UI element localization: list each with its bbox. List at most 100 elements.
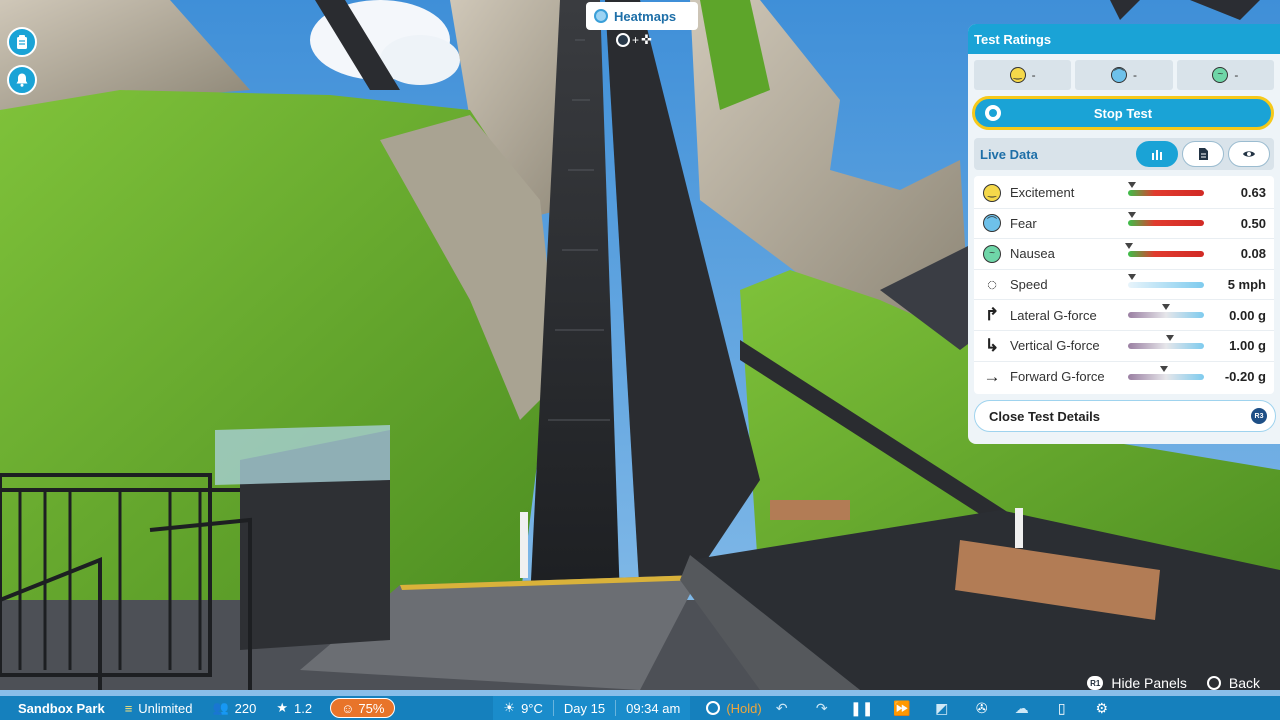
- settings-gear-icon[interactable]: ⚙: [1082, 696, 1122, 720]
- touchpad-button-icon: [616, 33, 630, 47]
- stat-label: Lateral G-force: [1010, 307, 1097, 323]
- weather-icon[interactable]: ☁: [1002, 696, 1042, 720]
- money-display[interactable]: ≡ Unlimited: [115, 696, 203, 720]
- nausea-face-icon: ~: [982, 244, 1002, 264]
- stat-value: 0.63: [1240, 185, 1266, 201]
- status-bar: Sandbox Park ≡ Unlimited 👥 220 ★ 1.2 ☺ 7…: [0, 696, 1280, 720]
- stat-row-forward-g-force: → Forward G-force -0.20 g: [974, 362, 1274, 393]
- stop-test-label: Stop Test: [1093, 105, 1153, 121]
- rating-summary: ‿ - ⌒ - ~ -: [968, 54, 1280, 90]
- back-hint[interactable]: Back: [1229, 675, 1260, 691]
- clipboard-icon: [17, 35, 27, 49]
- notifications-button[interactable]: [7, 65, 37, 95]
- terrain-icon[interactable]: ◩: [922, 696, 962, 720]
- guests-display[interactable]: 👥 220: [202, 696, 266, 720]
- test-ratings-panel: Test Ratings ‿ - ⌒ - ~ - Stop Test Live …: [968, 24, 1280, 444]
- close-test-details-button[interactable]: Close Test Details R3: [974, 400, 1276, 433]
- stat-value: 0.00 g: [1229, 307, 1266, 323]
- sun-icon: ☀: [503, 700, 516, 715]
- stat-value: 0.50: [1240, 215, 1266, 231]
- hold-hint: (Hold): [726, 700, 762, 716]
- tab-live-chart[interactable]: [1136, 141, 1178, 167]
- stat-marker: [1127, 212, 1136, 219]
- vertical-arrow-icon: ↳: [984, 335, 1000, 355]
- live-data-header: Live Data: [974, 138, 1274, 170]
- approval-icon: ☺: [341, 700, 355, 716]
- undo-icon[interactable]: ↶: [762, 696, 802, 720]
- stat-label: Speed: [1010, 277, 1048, 293]
- stat-bar: [1127, 212, 1204, 227]
- stat-bar: [1128, 304, 1204, 319]
- stat-marker: [1124, 242, 1133, 249]
- r3-button-icon: R3: [1251, 408, 1267, 425]
- stat-row-fear: ⌒ Fear 0.50: [974, 209, 1274, 240]
- r1-button-icon: R1: [1087, 676, 1104, 690]
- tab-live-view[interactable]: [1228, 141, 1270, 167]
- stat-label: Fear: [1010, 215, 1037, 231]
- stat-bar: [1127, 273, 1204, 288]
- guests-icon: 👥: [212, 700, 229, 715]
- approval-badge[interactable]: ☺ 75%: [330, 698, 396, 718]
- park-name[interactable]: Sandbox Park: [0, 696, 115, 720]
- heatmaps-icon: [594, 9, 608, 23]
- stat-label: Nausea: [1010, 246, 1055, 262]
- fear-face-icon: ⌒: [982, 213, 1002, 233]
- stat-marker: [1127, 273, 1136, 280]
- stat-marker: [1160, 365, 1169, 372]
- stat-label: Forward G-force: [1010, 369, 1105, 385]
- panel-title: Test Ratings: [968, 24, 1280, 54]
- shortcut-plus: +: [632, 33, 640, 47]
- stat-bar: [1128, 334, 1204, 349]
- game-speed-controls: (Hold) ↶ ↷ ❚❚ ⏩ ◩ ✇ ☁ ▯ ⚙: [696, 696, 1121, 720]
- excitement-face-icon: ‿: [982, 183, 1002, 203]
- heatmaps-label: Heatmaps: [614, 8, 677, 24]
- clipboard-button[interactable]: [7, 27, 37, 57]
- hide-panels-hint[interactable]: Hide Panels: [1111, 675, 1187, 691]
- rating-fear-value: -: [1132, 68, 1137, 82]
- bar-chart-icon: [1152, 150, 1162, 160]
- stat-row-lateral-g-force: ↱ Lateral G-force 0.00 g: [974, 300, 1274, 331]
- live-stats-list: ‿ Excitement 0.63 ⌒ Fear 0.50 ~ Nausea 0.08 ◌ Spee…: [974, 176, 1274, 395]
- rating-nausea-value: -: [1234, 68, 1239, 82]
- heatmaps-shortcut: + ✜: [616, 32, 652, 48]
- stat-bar: [1124, 242, 1204, 257]
- document-icon: [1199, 148, 1208, 160]
- rating-excitement: ‿ -: [974, 60, 1072, 90]
- redo-icon[interactable]: ↷: [802, 696, 842, 720]
- approval-value: 75%: [358, 700, 385, 716]
- money-value: Unlimited: [138, 700, 193, 716]
- rating-fear: ⌒ -: [1075, 60, 1173, 90]
- eye-icon: [1243, 151, 1255, 157]
- stat-row-nausea: ~ Nausea 0.08: [974, 239, 1274, 270]
- excitement-face-icon: ‿: [1009, 67, 1026, 83]
- heatmaps-button[interactable]: Heatmaps: [586, 2, 698, 30]
- park-rating-display[interactable]: ★ 1.2: [266, 696, 322, 720]
- stat-row-speed: ◌ Speed 5 mph: [974, 270, 1274, 301]
- stat-row-vertical-g-force: ↳ Vertical G-force 1.00 g: [974, 331, 1274, 362]
- pause-icon[interactable]: ❚❚: [842, 696, 882, 720]
- stat-row-excitement: ‿ Excitement 0.63: [974, 178, 1274, 209]
- forward-arrow-icon: →: [983, 366, 1001, 386]
- stat-value: -0.20 g: [1224, 369, 1266, 385]
- camera-mode-icon[interactable]: ✇: [962, 696, 1002, 720]
- fear-face-icon: ⌒: [1110, 67, 1127, 83]
- rating-excitement-value: -: [1031, 68, 1036, 82]
- park-rating-value: 1.2: [294, 700, 313, 716]
- bell-icon: [16, 73, 28, 87]
- lateral-arrow-icon: ↱: [984, 305, 1000, 325]
- stop-circle-icon: [985, 105, 1001, 121]
- guests-value: 220: [234, 700, 257, 716]
- close-test-details-label: Close Test Details: [989, 408, 1101, 424]
- speed-icon: ◌: [986, 274, 998, 294]
- fast-forward-icon[interactable]: ⏩: [882, 696, 922, 720]
- temperature-value: 9°C: [521, 700, 543, 716]
- time-weather: ☀ 9°C Day 15 09:34 am: [493, 696, 691, 720]
- nausea-face-icon: ~: [1212, 67, 1229, 83]
- stat-marker: [1127, 181, 1136, 188]
- stop-test-button[interactable]: Stop Test: [972, 96, 1274, 130]
- star-icon: ★: [276, 700, 289, 715]
- rating-nausea: ~ -: [1176, 60, 1274, 90]
- mouse-mode-icon[interactable]: ▯: [1042, 696, 1082, 720]
- tab-live-document[interactable]: [1182, 141, 1224, 167]
- stat-marker: [1162, 304, 1170, 311]
